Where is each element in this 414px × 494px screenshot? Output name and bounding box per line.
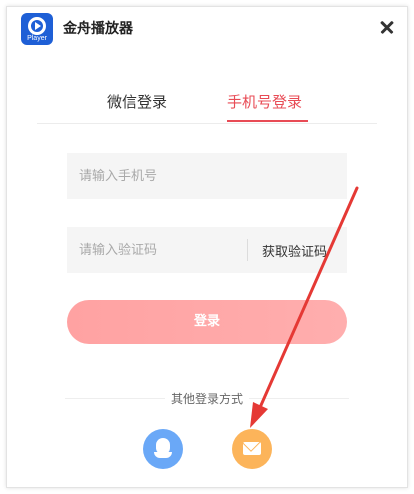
login-button[interactable]: 登录	[67, 300, 347, 344]
get-code-button[interactable]: 获取验证码	[262, 241, 327, 260]
login-window: Player 金舟播放器 微信登录 手机号登录 获取验证码 登录 其他登录方式	[6, 6, 408, 488]
phone-field	[67, 153, 347, 199]
qq-login-button[interactable]	[143, 429, 183, 469]
title-bar: Player 金舟播放器	[7, 7, 407, 51]
app-title: 金舟播放器	[63, 21, 133, 37]
mail-icon	[243, 442, 261, 455]
tab-wechat-login[interactable]: 微信登录	[107, 91, 167, 112]
other-login-label-wrap: 其他登录方式	[7, 390, 407, 407]
code-field: 获取验证码	[67, 227, 347, 273]
code-divider	[247, 239, 248, 261]
other-login-label: 其他登录方式	[164, 392, 249, 406]
active-tab-indicator	[227, 120, 308, 122]
tab-phone-login[interactable]: 手机号登录	[227, 91, 302, 112]
app-logo-tag: Player	[27, 35, 47, 42]
close-icon[interactable]	[377, 17, 397, 37]
play-icon	[28, 17, 46, 35]
email-login-button[interactable]	[232, 429, 272, 469]
app-logo: Player	[21, 13, 53, 45]
verification-code-input[interactable]	[67, 227, 247, 273]
login-tabs: 微信登录 手机号登录	[37, 87, 377, 124]
qq-icon-scarf	[154, 452, 172, 458]
phone-input[interactable]	[67, 153, 347, 199]
